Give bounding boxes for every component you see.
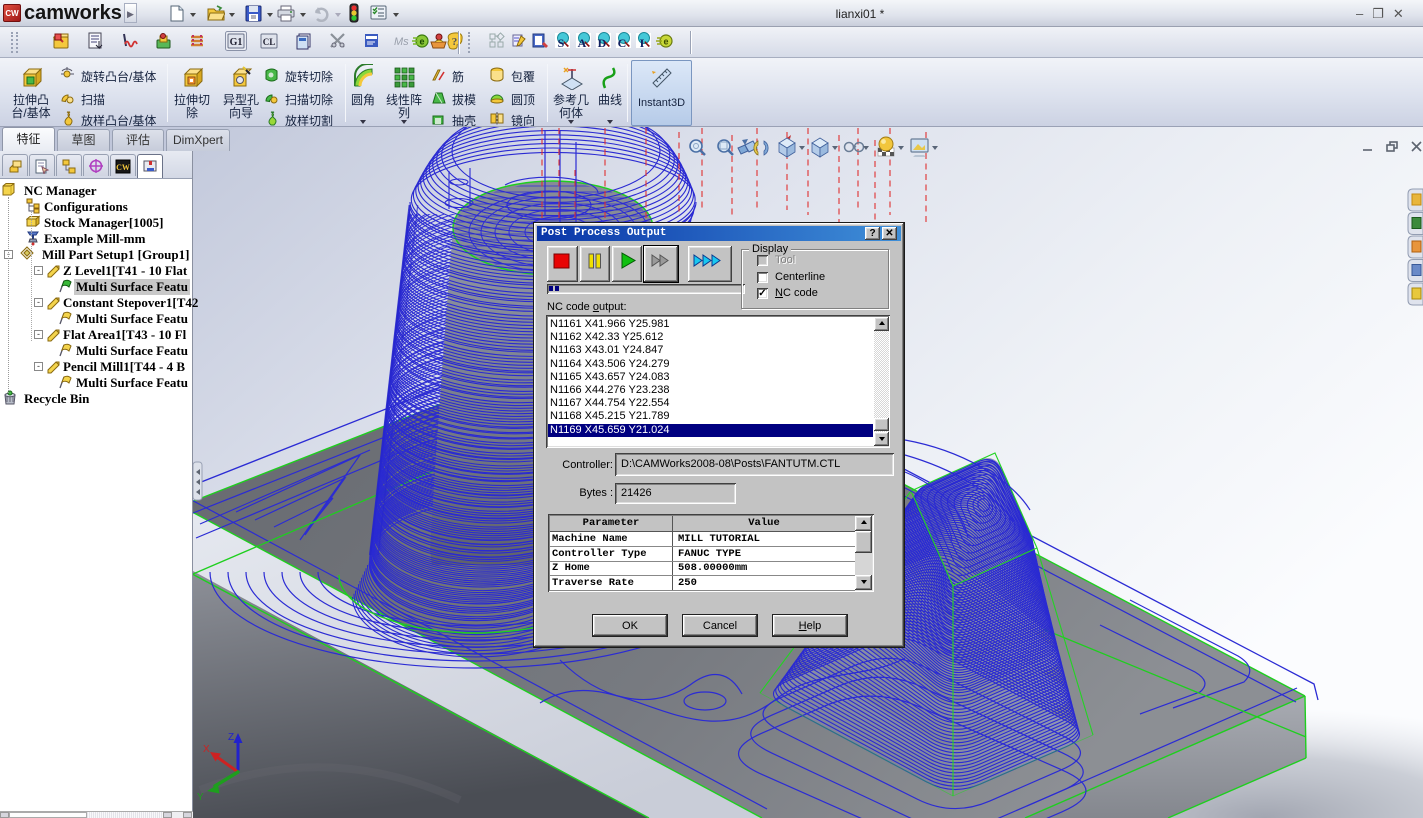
svg-text:S: S: [558, 36, 565, 50]
svg-text:G1: G1: [230, 37, 243, 48]
svg-text:e: e: [419, 37, 424, 47]
svg-text:e: e: [663, 37, 668, 47]
svg-text:Ms: Ms: [394, 36, 409, 48]
svg-text:Y: Y: [197, 792, 204, 803]
svg-text:?: ?: [452, 36, 458, 48]
svg-text:Z: Z: [228, 732, 234, 743]
svg-text:I: I: [640, 36, 645, 50]
svg-text:X: X: [203, 744, 210, 755]
svg-text:CL: CL: [263, 37, 276, 47]
svg-text:CW: CW: [116, 163, 130, 172]
